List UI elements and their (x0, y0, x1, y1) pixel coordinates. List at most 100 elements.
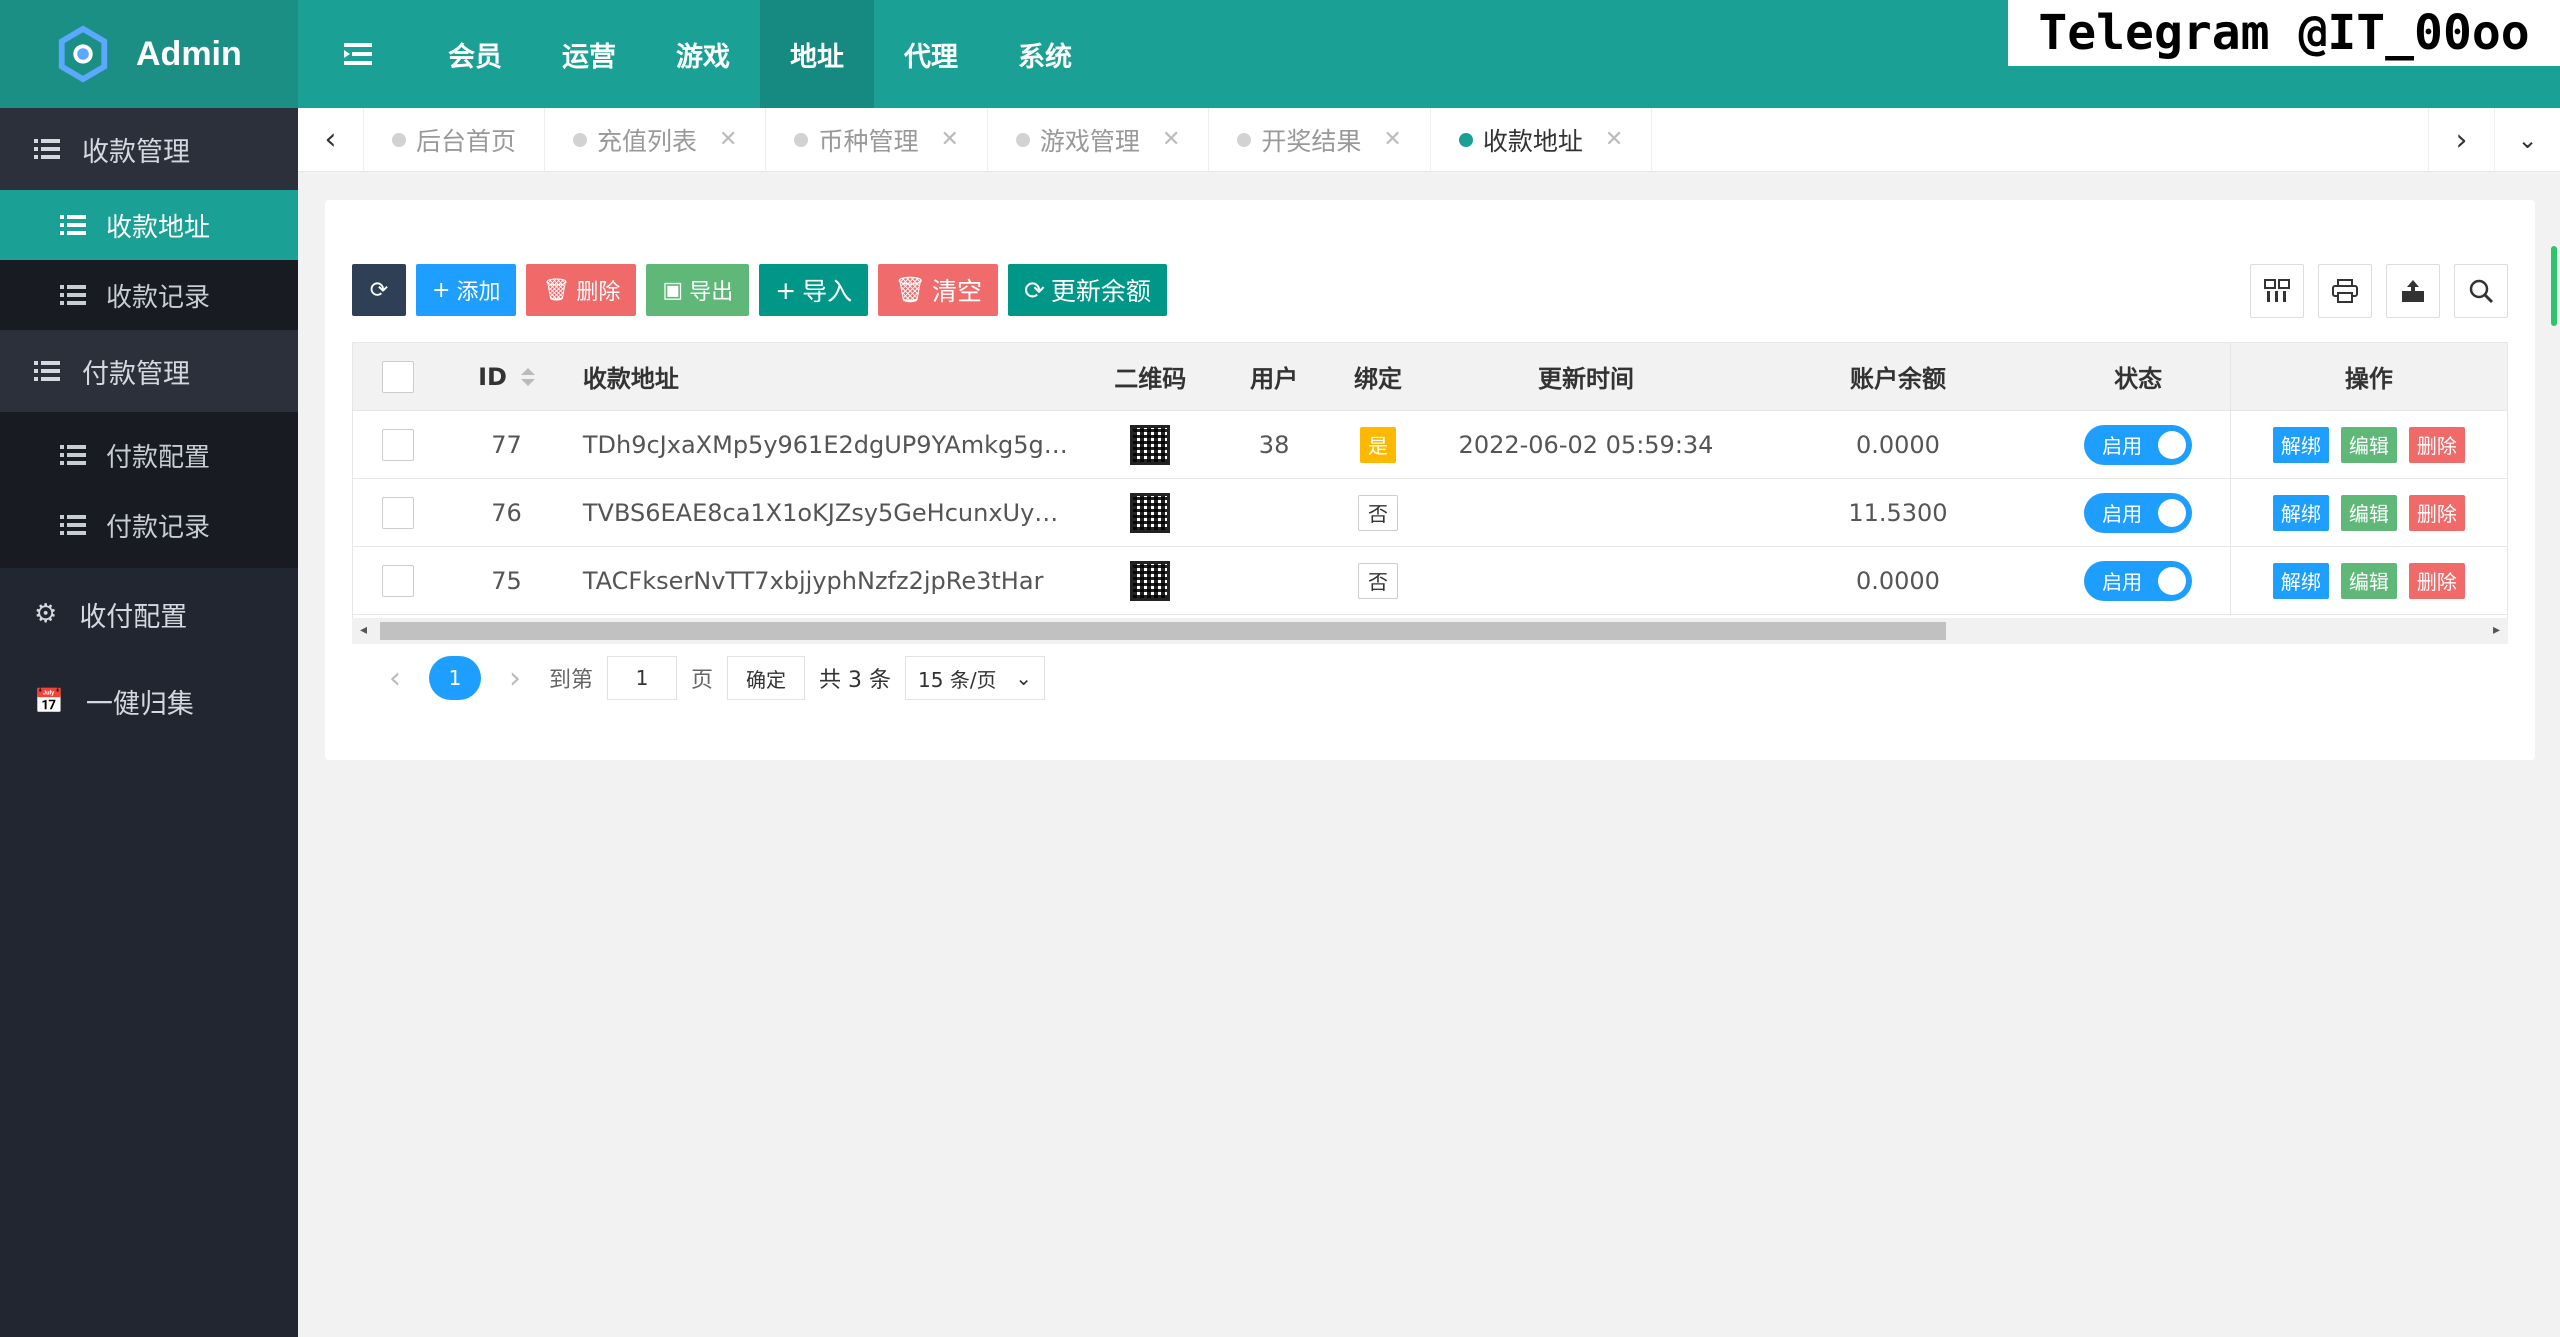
unbind-button[interactable]: 解绑 (2272, 426, 2329, 463)
menu-label: 付款管理 (82, 358, 190, 390)
tab-home[interactable]: 后台首页 (364, 107, 546, 172)
tab-label: 开奖结果 (1261, 126, 1362, 156)
scroll-right-icon[interactable]: ▸ (2493, 622, 2500, 638)
close-icon[interactable]: ✕ (1162, 127, 1180, 152)
qrcode-image[interactable] (1130, 492, 1171, 533)
table-header: ID 收款地址 二维码 用户 绑定 更新时间 账户余额 状态 操作 (353, 343, 2507, 411)
cell-updated (1423, 479, 1750, 546)
row-checkbox[interactable] (381, 496, 414, 529)
scroll-thumb[interactable] (380, 622, 1946, 640)
button-label: 删除 (576, 280, 621, 305)
tab-game-management[interactable]: 游戏管理 ✕ (988, 107, 1210, 172)
export-button[interactable]: ▣ 导出 (646, 264, 750, 316)
close-icon[interactable]: ✕ (719, 127, 737, 152)
scroll-left-icon[interactable]: ◂ (360, 622, 367, 638)
row-delete-button[interactable]: 删除 (2408, 494, 2465, 531)
refresh-balance-button[interactable]: ⟳ 更新余额 (1007, 264, 1167, 316)
delete-button[interactable]: 🗑 删除 (526, 264, 637, 316)
menu-payment-config[interactable]: 付款配置 (0, 420, 298, 490)
print-icon[interactable] (2318, 264, 2372, 318)
nav-member[interactable]: 会员 (418, 0, 532, 108)
search-icon[interactable] (2454, 264, 2508, 318)
logo[interactable]: Admin (0, 0, 298, 108)
menu-receive-management[interactable]: 收款管理 (0, 108, 298, 190)
menu-receive-records[interactable]: 收款记录 (0, 260, 298, 330)
menu-payment-records[interactable]: 付款记录 (0, 490, 298, 560)
trash-icon: 🗑 (894, 275, 926, 304)
tab-dot (1015, 132, 1030, 147)
add-button[interactable]: + 添加 (416, 264, 517, 316)
cell-updated (1423, 547, 1750, 614)
menu-one-click-collect[interactable]: 📅 一健归集 (0, 660, 298, 742)
sort-icon[interactable] (520, 367, 535, 386)
toolbar: ⟳ + 添加 🗑 删除 ▣ 导出 + 导入 🗑 清空 ⟳ 更新余额 (352, 264, 1167, 316)
status-toggle[interactable]: 启用 (2084, 560, 2193, 601)
menu-receive-address[interactable]: 收款地址 (0, 190, 298, 260)
col-id[interactable]: ID (478, 363, 507, 391)
qrcode-image[interactable] (1130, 424, 1171, 465)
nav-system[interactable]: 系统 (988, 0, 1102, 108)
pagination: ‹ 1 › 到第 1 页 确定 共 3 条 15 条/页 ⌄ (375, 656, 1046, 700)
goto-confirm-button[interactable]: 确定 (727, 656, 806, 700)
refresh-button[interactable]: ⟳ (352, 264, 406, 316)
row-delete-button[interactable]: 删除 (2408, 426, 2465, 463)
bound-badge: 否 (1358, 494, 1399, 531)
toggle-label: 启用 (2102, 434, 2143, 458)
edit-button[interactable]: 编辑 (2340, 562, 2397, 599)
select-all-checkbox[interactable] (381, 360, 414, 393)
prev-page-icon[interactable]: ‹ (375, 661, 415, 696)
qrcode-image[interactable] (1130, 560, 1171, 601)
close-icon[interactable]: ✕ (940, 127, 958, 152)
nav-address[interactable]: 地址 (760, 0, 874, 108)
menu-label: 付款记录 (106, 512, 211, 543)
import-button[interactable]: + 导入 (759, 264, 869, 316)
columns-icon[interactable] (2250, 264, 2304, 318)
list-icon (60, 215, 86, 235)
row-checkbox[interactable] (381, 428, 414, 461)
goto-page-input[interactable]: 1 (607, 656, 678, 700)
tab-lottery-results[interactable]: 开奖结果 ✕ (1209, 107, 1431, 172)
chevron-down-icon: ⌄ (1015, 666, 1033, 690)
cell-updated: 2022-06-02 05:59:34 (1458, 430, 1714, 459)
export-icon[interactable] (2386, 264, 2440, 318)
menu-toggle-icon[interactable] (298, 0, 418, 108)
cell-balance: 11.5300 (1848, 498, 1948, 527)
edit-button[interactable]: 编辑 (2340, 494, 2397, 531)
tab-dot (1237, 132, 1252, 147)
button-label: 更新余额 (1050, 277, 1151, 306)
edit-button[interactable]: 编辑 (2340, 426, 2397, 463)
row-checkbox[interactable] (381, 564, 414, 597)
row-delete-button[interactable]: 删除 (2408, 562, 2465, 599)
chevron-down-icon[interactable]: ⌄ (2494, 108, 2560, 172)
cell-address: TDh9cJxaXMp5y961E2dgUP9YAmkg5g… (582, 430, 1068, 459)
tab-label: 游戏管理 (1039, 126, 1140, 156)
tab-label: 后台首页 (416, 126, 517, 156)
clear-button[interactable]: 🗑 清空 (878, 264, 998, 316)
menu-payment-management[interactable]: 付款管理 (0, 330, 298, 412)
tabs-prev-icon[interactable]: ‹ (298, 107, 364, 172)
tab-receive-address[interactable]: 收款地址 ✕ (1431, 107, 1653, 172)
nav-operations[interactable]: 运营 (532, 0, 646, 108)
cell-id: 76 (491, 498, 522, 527)
tab-recharge-list[interactable]: 充值列表 ✕ (545, 107, 767, 172)
nav-games[interactable]: 游戏 (646, 0, 760, 108)
tabs-next-icon[interactable]: › (2428, 108, 2494, 172)
nav-agent[interactable]: 代理 (874, 0, 988, 108)
next-page-icon[interactable]: › (495, 661, 535, 696)
data-table: ID 收款地址 二维码 用户 绑定 更新时间 账户余额 状态 操作 77 TDh… (352, 342, 2508, 640)
menu-receive-pay-config[interactable]: ⚙ 收付配置 (0, 568, 298, 660)
page-size-select[interactable]: 15 条/页 ⌄ (905, 656, 1046, 700)
close-icon[interactable]: ✕ (1383, 127, 1401, 152)
unbind-button[interactable]: 解绑 (2272, 562, 2329, 599)
menu-label: 付款配置 (106, 442, 211, 473)
tab-currency[interactable]: 币种管理 ✕ (766, 107, 988, 172)
status-toggle[interactable]: 启用 (2084, 424, 2193, 465)
horizontal-scrollbar[interactable]: ◂ ▸ (352, 618, 2508, 644)
vertical-scrollbar[interactable] (2548, 226, 2560, 326)
unbind-button[interactable]: 解绑 (2272, 494, 2329, 531)
button-label: 导入 (802, 277, 853, 306)
current-page[interactable]: 1 (429, 656, 481, 700)
close-icon[interactable]: ✕ (1605, 127, 1623, 152)
cell-user (1215, 547, 1334, 614)
status-toggle[interactable]: 启用 (2084, 492, 2193, 533)
